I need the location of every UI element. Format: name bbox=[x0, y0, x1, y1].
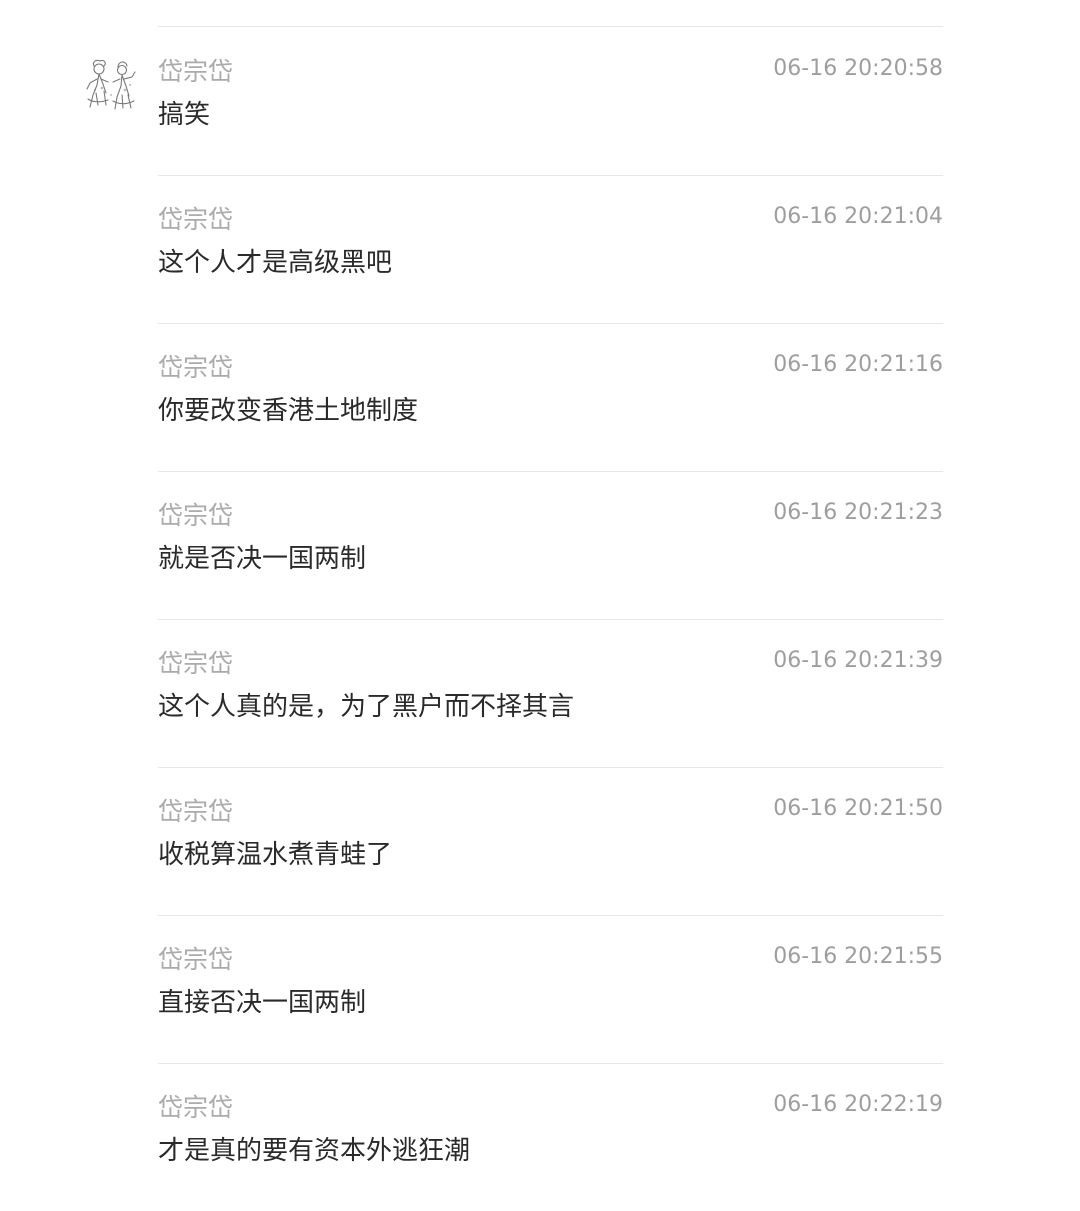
message-item: 岱宗岱 06-16 20:21:50 收税算温水煮青蛙了 bbox=[0, 767, 1080, 916]
message-text: 直接否决一国两制 bbox=[158, 988, 367, 1018]
message-text: 你要改变香港土地制度 bbox=[158, 396, 419, 426]
sender-name: 岱宗岱 bbox=[158, 205, 234, 234]
sender-name: 岱宗岱 bbox=[158, 649, 234, 678]
message-item: 岱宗岱 06-16 20:22:19 才是真的要有资本外逃狂潮 bbox=[0, 1063, 1080, 1211]
message-timestamp: 06-16 20:21:23 bbox=[773, 500, 943, 525]
message-item: 岱宗岱 06-16 20:21:23 就是否决一国两制 bbox=[0, 471, 1080, 620]
sender-name: 岱宗岱 bbox=[158, 501, 234, 530]
message-timestamp: 06-16 20:20:58 bbox=[773, 56, 943, 81]
message-timestamp: 06-16 20:21:39 bbox=[773, 648, 943, 673]
message-text: 这个人真的是，为了黑户而不择其言 bbox=[158, 692, 575, 722]
message-text: 才是真的要有资本外逃狂潮 bbox=[158, 1136, 471, 1166]
sender-name: 岱宗岱 bbox=[158, 945, 234, 974]
message-timestamp: 06-16 20:21:16 bbox=[773, 352, 943, 377]
message-timestamp: 06-16 20:22:19 bbox=[773, 1092, 943, 1117]
message-text: 就是否决一国两制 bbox=[158, 544, 367, 574]
chat-message-list: 岱宗岱 06-16 20:20:58 搞笑 岱宗岱 06-16 20:21:04… bbox=[0, 0, 1080, 1194]
message-timestamp: 06-16 20:21:04 bbox=[773, 204, 943, 229]
sender-name: 岱宗岱 bbox=[158, 353, 234, 382]
message-text: 这个人才是高级黑吧 bbox=[158, 248, 393, 278]
sender-name: 岱宗岱 bbox=[158, 57, 234, 86]
message-item: 岱宗岱 06-16 20:21:16 你要改变香港土地制度 bbox=[0, 323, 1080, 472]
sender-name: 岱宗岱 bbox=[158, 797, 234, 826]
message-text: 收税算温水煮青蛙了 bbox=[158, 840, 393, 870]
message-item: 岱宗岱 06-16 20:21:04 这个人才是高级黑吧 bbox=[0, 175, 1080, 324]
message-item: 岱宗岱 06-16 20:21:39 这个人真的是，为了黑户而不择其言 bbox=[0, 619, 1080, 768]
avatar-icon[interactable] bbox=[82, 55, 140, 113]
message-item: 岱宗岱 06-16 20:20:58 搞笑 bbox=[0, 27, 1080, 176]
message-timestamp: 06-16 20:21:55 bbox=[773, 944, 943, 969]
message-text: 搞笑 bbox=[158, 100, 211, 130]
message-item: 岱宗岱 06-16 20:21:55 直接否决一国两制 bbox=[0, 915, 1080, 1064]
sender-name: 岱宗岱 bbox=[158, 1093, 234, 1122]
message-timestamp: 06-16 20:21:50 bbox=[773, 796, 943, 821]
